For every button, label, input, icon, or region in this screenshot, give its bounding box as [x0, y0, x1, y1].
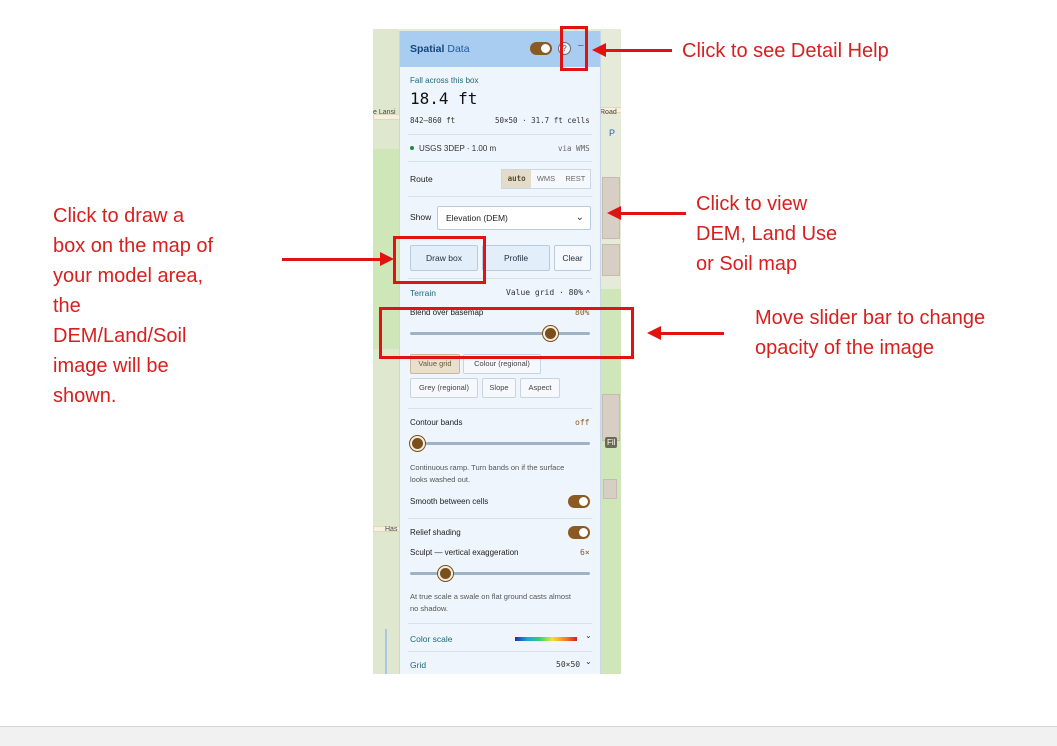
view-arrow-head [607, 206, 621, 220]
sculpt-slider[interactable] [410, 566, 590, 581]
draw-box-highlight-box [393, 236, 486, 284]
smooth-label: Smooth between cells [410, 497, 489, 506]
grid-label[interactable]: Grid [410, 660, 426, 670]
chevron-down-icon[interactable]: ⌄ [585, 657, 592, 666]
relief-label: Relief shading [410, 528, 461, 537]
chevron-down-icon[interactable]: ⌄ [585, 631, 592, 640]
mode-aspect[interactable]: Aspect [520, 378, 560, 398]
map-label[interactable]: Fil [605, 437, 618, 448]
route-option-wms[interactable]: WMS [531, 170, 560, 188]
contour-value: off [575, 418, 590, 427]
smooth-toggle[interactable] [568, 495, 590, 508]
sculpt-value: 6× [580, 548, 590, 557]
profile-button[interactable]: Profile [482, 245, 550, 271]
sculpt-label: Sculpt — vertical exaggeration [410, 548, 519, 557]
mode-slope[interactable]: Slope [482, 378, 516, 398]
slider-handle[interactable] [410, 436, 425, 451]
panel-toggle[interactable] [530, 42, 552, 55]
slider-arrow-head [647, 326, 661, 340]
shadow-note: At true scale a swale on flat ground cas… [410, 592, 571, 613]
draw-arrow-head [380, 252, 394, 266]
map-label: P [609, 128, 616, 138]
terrain-label[interactable]: Terrain [410, 288, 436, 298]
data-source: USGS 3DEP · 1.00 m [419, 144, 497, 153]
relief-toggle[interactable] [568, 526, 590, 539]
view-annotation: Click to view DEM, Land Use or Soil map [696, 193, 838, 275]
help-arrow [604, 49, 672, 52]
contour-note: Continuous ramp. Turn bands on if the su… [410, 463, 565, 484]
map-label: Has [385, 526, 398, 533]
mode-grey-regional[interactable]: Grey (regional) [410, 378, 478, 398]
fall-value: 18.4 ft [410, 89, 478, 108]
slider-arrow [660, 332, 724, 335]
slider-highlight-box [379, 307, 634, 359]
chevron-down-icon: ⌄ [575, 212, 584, 223]
clear-button[interactable]: Clear [554, 245, 591, 271]
show-label: Show [410, 212, 432, 222]
window-bottom-bar [0, 726, 1057, 746]
panel-title: Spatial Data [410, 43, 470, 55]
grid-info: 50×50 · 31.7 ft cells [495, 116, 590, 125]
draw-annotation: Click to draw a box on the map of your m… [53, 205, 214, 407]
chevron-up-icon[interactable]: ^ [586, 289, 590, 298]
route-option-auto[interactable]: auto [502, 170, 532, 188]
contour-slider[interactable] [410, 436, 590, 451]
fall-label: Fall across this box [410, 76, 479, 85]
route-option-rest[interactable]: REST [561, 170, 590, 188]
elevation-range: 842–860 ft [410, 116, 456, 125]
draw-arrow [282, 258, 382, 261]
slider-annotation: Move slider bar to change opacity of the… [755, 307, 986, 359]
terrain-summary: Value grid · 80% [506, 288, 584, 297]
route-label: Route [410, 174, 433, 184]
via-label: via WMS [558, 144, 590, 153]
slider-handle[interactable] [438, 566, 453, 581]
color-scale-bar [515, 637, 577, 641]
map-label: Road [600, 109, 617, 116]
view-arrow [620, 212, 686, 215]
route-selector: auto WMS REST [501, 169, 591, 189]
layer-select[interactable]: Elevation (DEM) ⌄ [437, 206, 591, 230]
status-dot-icon [410, 146, 414, 150]
color-scale-label[interactable]: Color scale [410, 634, 453, 644]
help-highlight-box [560, 26, 588, 71]
help-annotation: Click to see Detail Help [682, 40, 889, 62]
grid-value: 50×50 [556, 660, 581, 669]
contour-label: Contour bands [410, 418, 463, 427]
help-arrow-head [592, 43, 606, 57]
map-label: e Lansi [373, 109, 396, 116]
